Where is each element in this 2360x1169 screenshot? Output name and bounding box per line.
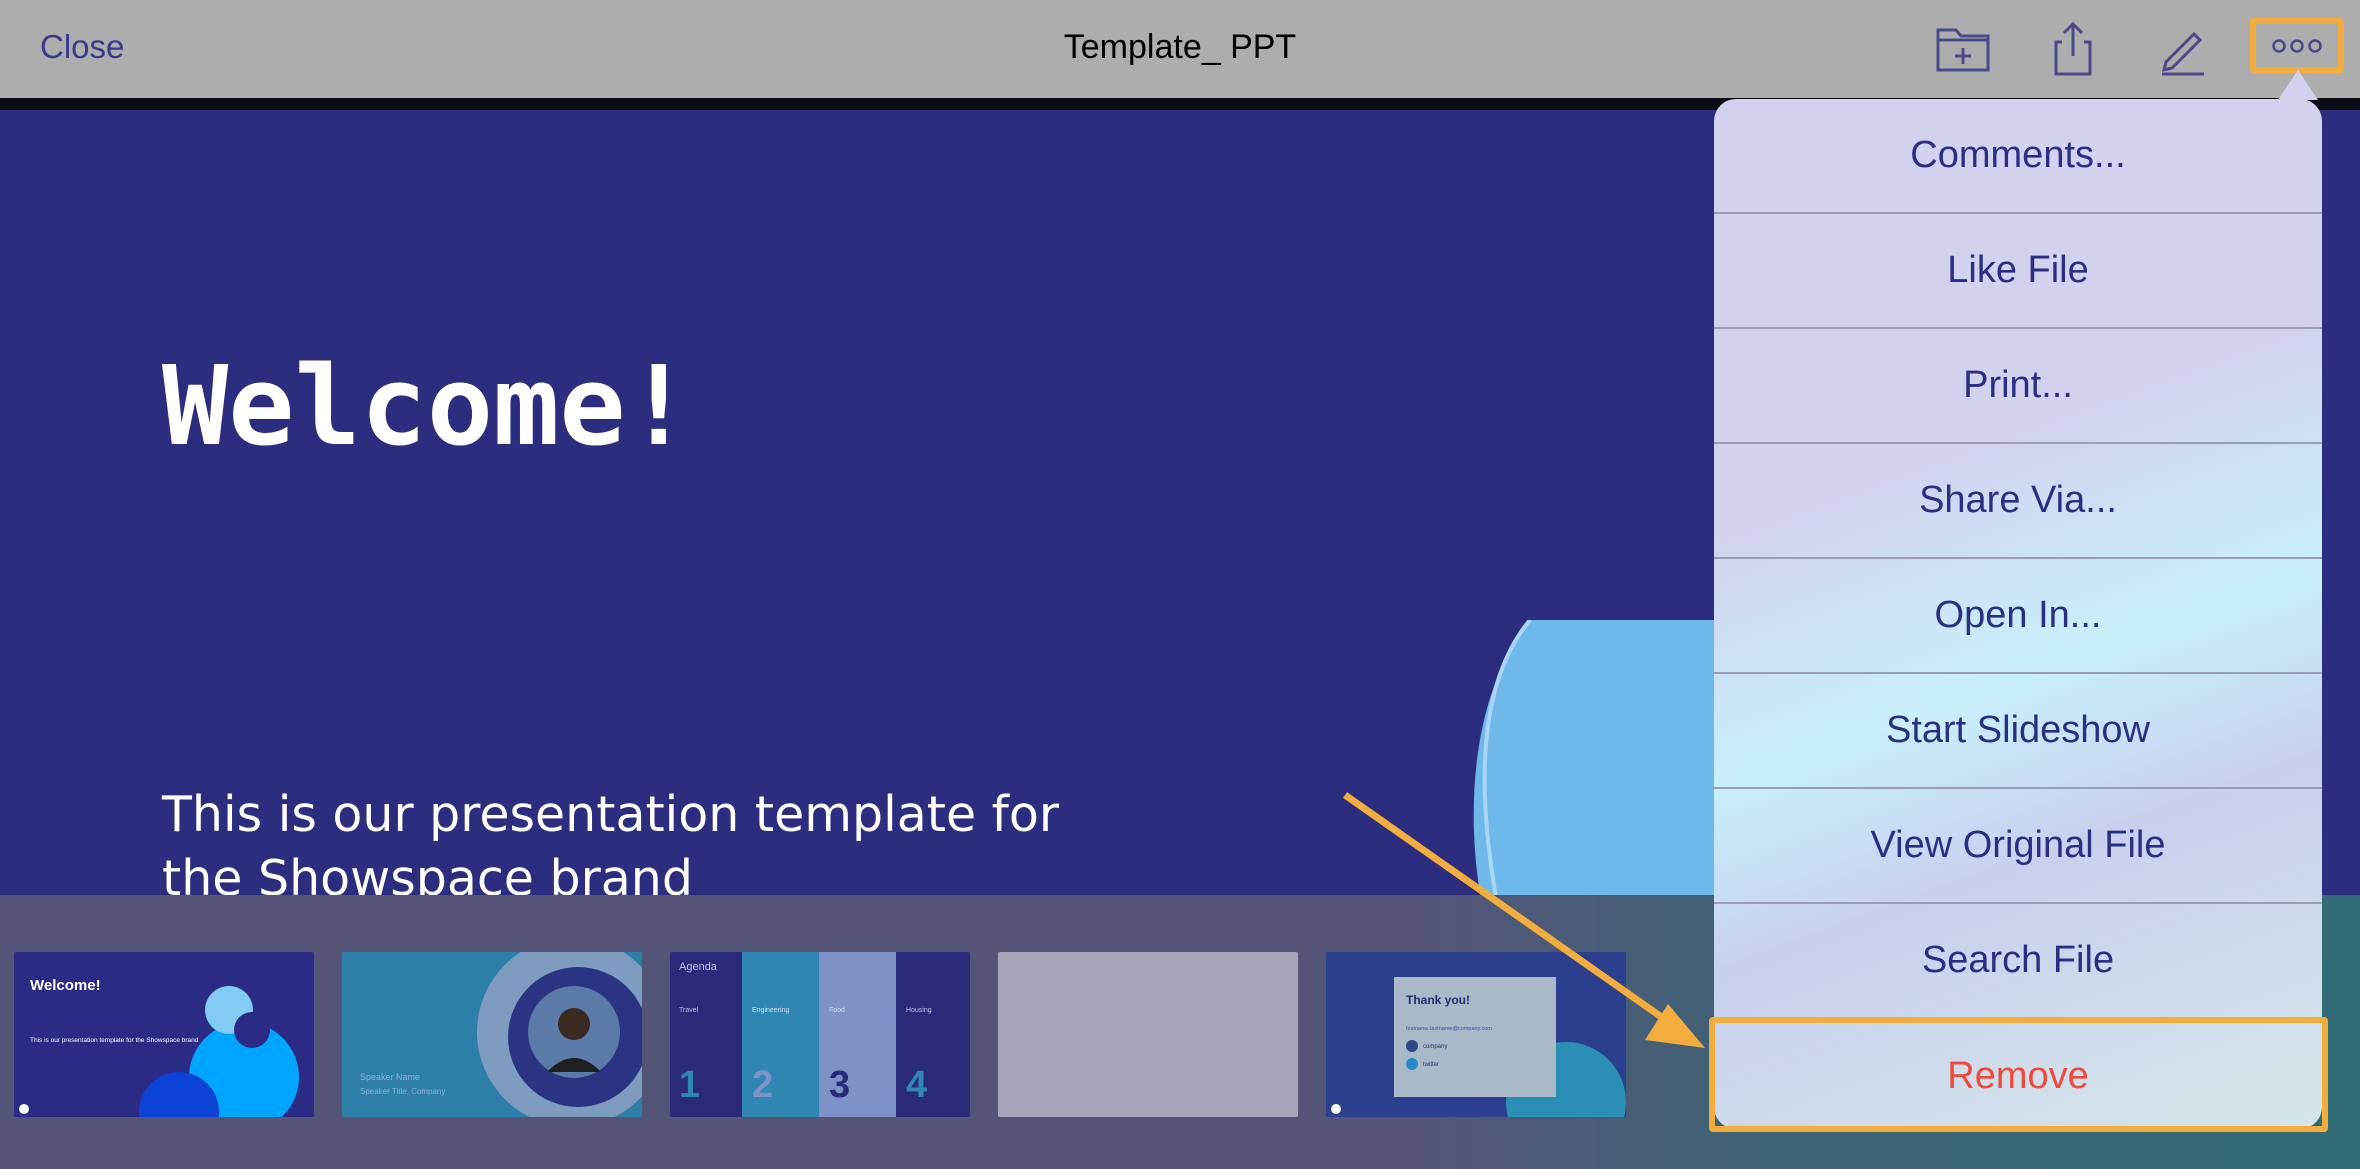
menu-item-comments[interactable]: Comments... [1714, 99, 2322, 214]
more-options-icon [2272, 38, 2322, 53]
thumb-speaker-name: Speaker Name [360, 1072, 420, 1082]
thumb-title: Welcome! [30, 977, 101, 994]
thumb-email: firstname.lastname@company.com [1406, 1026, 1492, 1032]
thumb-col-number: 3 [829, 1064, 850, 1106]
thumb-col-label: Housing [906, 1007, 932, 1014]
slide-thumbnail[interactable] [998, 952, 1298, 1117]
thumb-company: company [1423, 1044, 1447, 1050]
thumb-col-label: Food [829, 1007, 845, 1014]
add-to-folder-icon[interactable] [1932, 18, 1994, 80]
more-options-menu: Comments... Like File Print... Share Via… [1714, 99, 2322, 1129]
share-icon[interactable] [2042, 18, 2104, 80]
slide-title: Welcome! [162, 342, 692, 470]
menu-item-view-original[interactable]: View Original File [1714, 789, 2322, 904]
remove-highlight-box [1709, 1017, 2328, 1132]
thumb-col-label: Engineering [752, 1007, 789, 1014]
thumb-col-number: 2 [752, 1064, 773, 1106]
thumb-col-number: 1 [679, 1064, 700, 1106]
thumb-speaker-title: Speaker Title, Company [360, 1087, 445, 1096]
menu-item-share-via[interactable]: Share Via... [1714, 444, 2322, 559]
top-toolbar: Close Template_ PPT [0, 0, 2360, 98]
thumb-thanks-title: Thank you! [1406, 993, 1470, 1007]
slide-thumbnail[interactable]: Speaker Name Speaker Title, Company [342, 952, 642, 1117]
slide-thumbnail[interactable]: Welcome! This is our presentation templa… [14, 952, 314, 1117]
menu-item-like-file[interactable]: Like File [1714, 214, 2322, 329]
thumb-agenda-title: Agenda [679, 961, 718, 973]
menu-item-print[interactable]: Print... [1714, 329, 2322, 444]
slide-thumbnail[interactable]: Thank you! firstname.lastname@company.co… [1326, 952, 1626, 1117]
thumb-twitter: twitter [1423, 1062, 1439, 1068]
thumb-body: This is our presentation template for th… [30, 1037, 199, 1044]
more-options-button[interactable] [2250, 18, 2344, 73]
document-title: Template_ PPT [1063, 28, 1297, 66]
menu-pointer [2278, 70, 2318, 100]
slide-thumbnail[interactable]: Agenda Travel Engineering Food Housing 1… [670, 952, 970, 1117]
thumb-col-number: 4 [906, 1064, 927, 1106]
menu-item-search-file[interactable]: Search File [1714, 904, 2322, 1019]
menu-item-open-in[interactable]: Open In... [1714, 559, 2322, 674]
thumb-col-label: Travel [679, 1007, 699, 1014]
slide-subtitle: This is our presentation template for th… [162, 786, 1060, 907]
edit-pencil-icon[interactable] [2152, 18, 2214, 80]
menu-item-start-slideshow[interactable]: Start Slideshow [1714, 674, 2322, 789]
